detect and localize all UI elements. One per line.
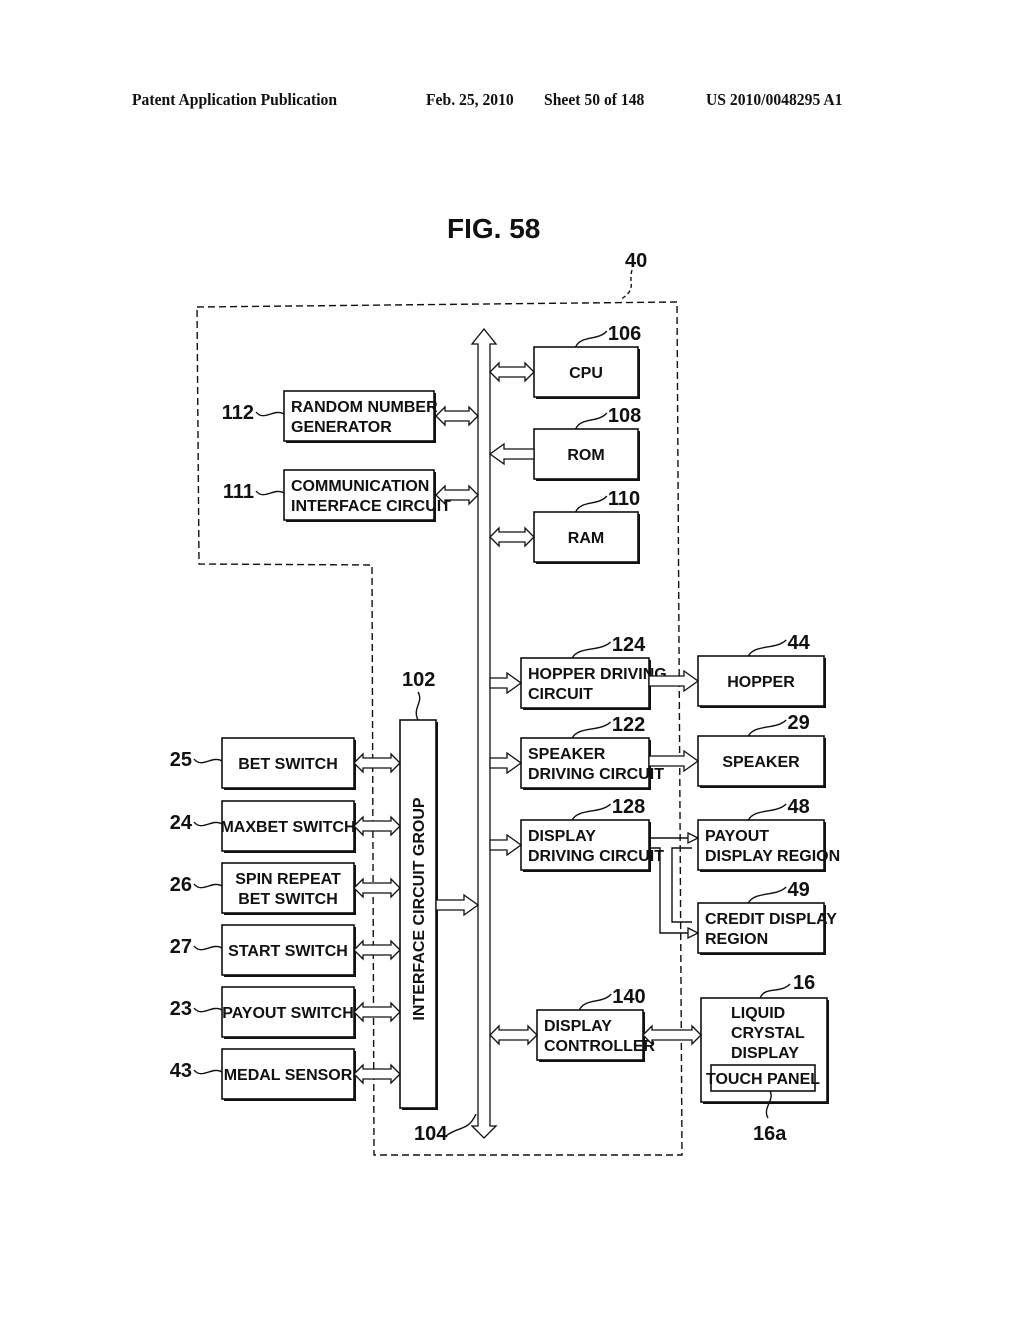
block-diagram: FIG. 58 40 CPU 106 ROM 108 RAM 110 RANDOM NUMB…	[170, 213, 840, 1156]
block-ram: RAM 110	[533, 488, 640, 564]
arrow-switch-icg-3	[353, 939, 401, 961]
block-cpu: CPU 106	[533, 323, 641, 399]
ref-110: 110	[608, 488, 640, 510]
block-label: DRIVING CIRCUIT	[528, 848, 664, 865]
block-display-drv: DISPLAY DRIVING CIRCUIT 128	[520, 796, 664, 872]
ref-43: 43	[170, 1060, 192, 1082]
ref-16a: 16a	[753, 1123, 787, 1145]
ref-24: 24	[170, 812, 193, 834]
ref-106: 106	[608, 323, 641, 345]
block-label: CONTROLLER	[544, 1038, 656, 1055]
block-credit-disp: CREDIT DISPLAY REGION 49	[697, 879, 837, 955]
arrow-switch-icg-1	[353, 815, 401, 837]
block-label: RAM	[568, 530, 604, 547]
ref-108: 108	[608, 405, 641, 427]
block-label: PAYOUT	[705, 828, 769, 845]
block-label: SPEAKER	[722, 754, 800, 771]
block-label: CRYSTAL	[731, 1025, 805, 1042]
ref-44: 44	[787, 632, 810, 654]
block-label: MAXBET SWITCH	[220, 819, 355, 836]
arrow-ram-bus	[489, 526, 535, 548]
arrow-display-ctrl-lcd	[642, 1024, 702, 1046]
block-label: PAYOUT SWITCH	[222, 1005, 354, 1022]
block-spin: SPIN REPEAT BET SWITCH 26	[170, 862, 356, 915]
block-rom: ROM 108	[533, 405, 641, 481]
block-label: DRIVING CIRCUIT	[528, 766, 664, 783]
ref-16: 16	[793, 972, 815, 994]
block-display-ctrl: DISPLAY CONTROLLER 140	[536, 986, 656, 1062]
block-label: BET SWITCH	[238, 891, 338, 908]
block-interface-circuit-group: INTERFACE CIRCUIT GROUP 102	[399, 669, 438, 1110]
arrow-bus-display-ctrl	[489, 1024, 538, 1046]
ref-124: 124	[612, 634, 646, 656]
block-label: CIRCUIT	[528, 686, 593, 703]
ref-122: 122	[612, 714, 645, 736]
block-label: START SWITCH	[228, 943, 348, 960]
block-label: DISPLAY	[528, 828, 596, 845]
block-label: INTERFACE CIRCUIT	[291, 498, 451, 515]
block-label: DISPLAY	[731, 1045, 799, 1062]
ref-26: 26	[170, 874, 192, 896]
arrow-switch-icg-4	[353, 1001, 401, 1023]
block-label: SPEAKER	[528, 746, 606, 763]
ref-49: 49	[787, 879, 809, 901]
block-hopper: HOPPER 44	[697, 632, 826, 708]
block-label: DISPLAY REGION	[705, 848, 840, 865]
arrow-comm-bus	[435, 484, 479, 506]
arrow-cpu-bus	[489, 361, 535, 383]
ref-29: 29	[787, 712, 809, 734]
arrow-bus-hopper-drv	[489, 671, 523, 695]
block-touch-panel: TOUCH PANEL	[706, 1064, 820, 1092]
arrow-icg-bus	[435, 893, 480, 917]
block-lcd: LIQUID CRYSTAL DISPLAY 16 TOUCH PANEL 16a	[700, 972, 829, 1145]
block-label: ROM	[567, 447, 604, 464]
arrow-rng-bus	[435, 405, 479, 427]
block-speaker-drv: SPEAKER DRIVING CIRCUIT 122	[520, 714, 664, 790]
block-label: SPIN REPEAT	[235, 871, 341, 888]
block-start: START SWITCH 27	[170, 924, 356, 977]
block-comm: COMMUNICATION INTERFACE CIRCUIT 111	[223, 469, 451, 522]
ref-104: 104	[414, 1123, 448, 1145]
leader-40	[619, 269, 633, 301]
block-label: LIQUID	[731, 1005, 785, 1022]
block-label: DISPLAY	[544, 1018, 612, 1035]
ref-25: 25	[170, 749, 192, 771]
ref-140: 140	[612, 986, 645, 1008]
block-label: CPU	[569, 365, 603, 382]
block-label: RANDOM NUMBER	[291, 399, 438, 416]
block-label: REGION	[705, 931, 768, 948]
block-label: CREDIT DISPLAY	[705, 911, 837, 928]
block-label: HOPPER	[727, 674, 795, 691]
arrow-rom-bus	[488, 442, 535, 466]
block-hopper-drv: HOPPER DRIVING CIRCUIT 124	[520, 634, 667, 710]
block-rng: RANDOM NUMBER GENERATOR 112	[222, 390, 438, 443]
ref-102: 102	[402, 669, 435, 691]
ref-112: 112	[222, 402, 254, 424]
ref-48: 48	[787, 796, 809, 818]
ref-40: 40	[625, 250, 647, 272]
block-label: HOPPER DRIVING	[528, 666, 667, 683]
block-maxbet: MAXBET SWITCH 24	[170, 800, 356, 853]
block-medal: MEDAL SENSOR 43	[170, 1048, 356, 1101]
block-label: MEDAL SENSOR	[224, 1067, 353, 1084]
arrow-switch-icg-5	[353, 1063, 401, 1085]
block-payout-disp: PAYOUT DISPLAY REGION 48	[697, 796, 840, 872]
block-payout-sw: PAYOUT SWITCH 23	[170, 986, 356, 1039]
block-label: INTERFACE CIRCUIT GROUP	[411, 797, 428, 1020]
block-label: GENERATOR	[291, 419, 392, 436]
block-bet: BET SWITCH 25	[170, 737, 356, 790]
figure-title: FIG. 58	[447, 213, 540, 244]
arrow-bus-speaker-drv	[489, 751, 523, 775]
block-label: COMMUNICATION	[291, 478, 429, 495]
arrow-switch-icg-2	[353, 877, 401, 899]
ref-27: 27	[170, 936, 192, 958]
block-label: BET SWITCH	[238, 756, 338, 773]
ref-128: 128	[612, 796, 645, 818]
ref-111: 111	[223, 481, 254, 503]
arrow-bus-display-drv	[489, 833, 523, 857]
block-speaker: SPEAKER 29	[697, 712, 826, 788]
ref-23: 23	[170, 998, 192, 1020]
arrow-switch-icg-0	[353, 752, 401, 774]
block-label: TOUCH PANEL	[706, 1071, 820, 1088]
